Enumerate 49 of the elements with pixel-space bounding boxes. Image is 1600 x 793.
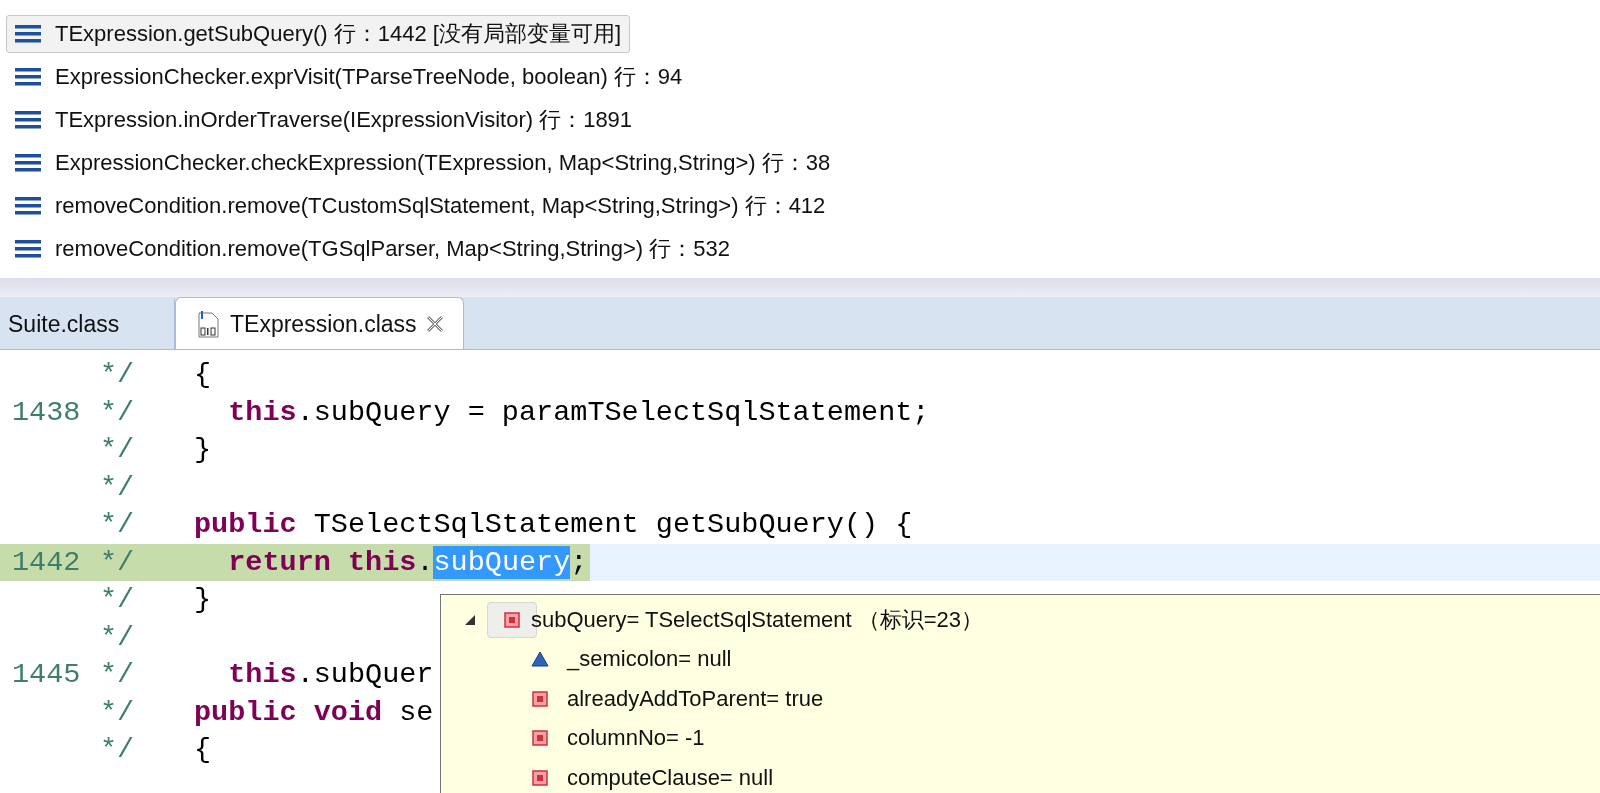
- stack-frame[interactable]: removeCondition.remove(TCustomSqlStatement, Map<String,String>) 行：412: [6, 187, 835, 225]
- comment-marker: */: [100, 395, 135, 429]
- selected-text: subQuery: [433, 545, 571, 579]
- private-field-icon: [531, 689, 549, 708]
- code-text: this.subQuery = paramTSelectSqlStatement;: [227, 395, 930, 429]
- comment-marker: */: [100, 470, 135, 504]
- triangle-field-icon: [531, 650, 549, 669]
- line-number: 1438: [11, 395, 82, 429]
- stack-frame[interactable]: ExpressionChecker.checkExpression(TExpression, Map<String,String>) 行：38: [6, 144, 840, 182]
- variable-value[interactable]: alreadyAddToParent= true: [567, 685, 824, 712]
- private-field-icon: [531, 768, 549, 787]
- comment-marker: */: [100, 733, 135, 767]
- stack-frame-icon: [15, 110, 41, 130]
- private-field-icon: [503, 610, 521, 629]
- stack-frame-icon: [15, 67, 41, 87]
- comment-marker: */: [100, 433, 135, 467]
- comment-marker: */: [100, 583, 135, 617]
- private-field-icon: [531, 729, 549, 748]
- comment-marker: */: [100, 695, 135, 729]
- stack-frame[interactable]: TExpression.getSubQuery() 行：1442 [没有局部变量可用]: [6, 15, 631, 53]
- code-text: {: [194, 733, 212, 767]
- code-text: }: [194, 583, 212, 617]
- line-number: 1445: [11, 658, 82, 692]
- variable-value[interactable]: computeClause= null: [567, 764, 774, 791]
- stack-frame-icon: [15, 153, 41, 173]
- stack-frame-icon: [15, 196, 41, 216]
- editor-tab[interactable]: TExpression.class: [175, 297, 464, 349]
- stack-frame-icon: [15, 24, 41, 44]
- code-text: public void se: [194, 695, 434, 729]
- code-text: this.subQuer: [227, 658, 434, 692]
- close-icon: [424, 314, 445, 334]
- variable-value[interactable]: columnNo= -1: [567, 725, 705, 752]
- code-text: public TSelectSqlStatement getSubQuery() {: [194, 508, 913, 542]
- code-text: {: [194, 358, 212, 392]
- comment-marker: */: [100, 620, 135, 654]
- variable-value[interactable]: subQuery= TSelectSqlStatement （标识=23）: [531, 604, 984, 635]
- code-text: }: [194, 433, 212, 467]
- line-number: 1442: [11, 545, 82, 579]
- stack-frame[interactable]: removeCondition.remove(TGSqlParser, Map<String,String>) 行：532: [6, 230, 739, 268]
- comment-marker: */: [100, 358, 135, 392]
- code-text: ;: [570, 545, 588, 579]
- comment-marker: */: [100, 508, 135, 542]
- comment-marker: */: [100, 545, 135, 579]
- stack-frame-icon: [15, 239, 41, 259]
- code-text: return this.: [227, 545, 434, 579]
- variable-value[interactable]: _semicolon= null: [567, 646, 732, 673]
- stack-frame[interactable]: ExpressionChecker.exprVisit(TParseTreeNode, boolean) 行：94: [6, 58, 692, 96]
- comment-marker: */: [100, 658, 135, 692]
- stack-frame[interactable]: TExpression.inOrderTraverse(IExpressionVisitor) 行：1891: [6, 101, 642, 139]
